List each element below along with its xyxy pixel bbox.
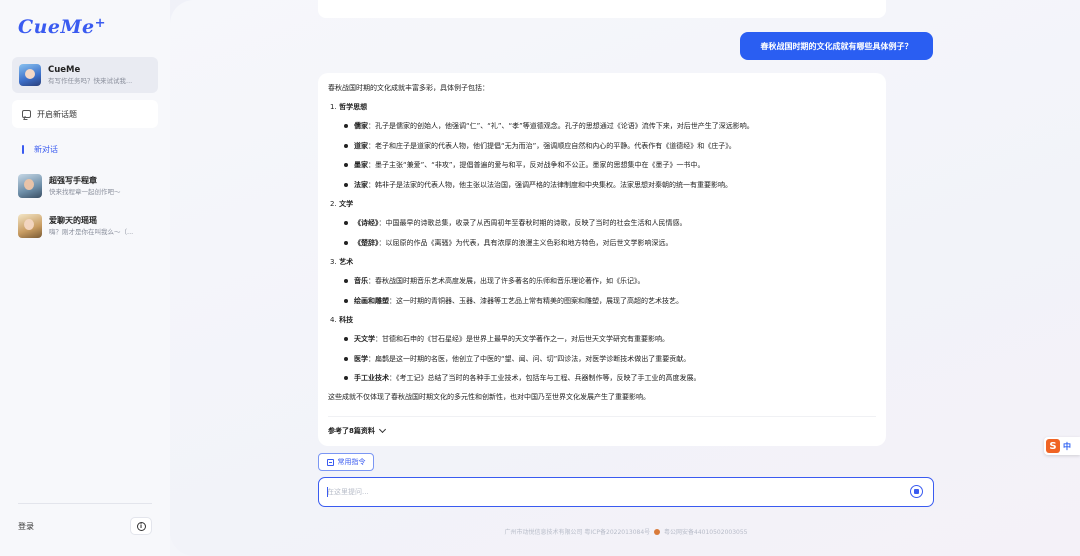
new-chat-item[interactable]: 新对话 <box>22 143 58 155</box>
chat-input-box[interactable] <box>318 477 934 507</box>
conversation-preview: 嗨？刚才是你在叫我么～（... <box>49 228 134 236</box>
previous-message-edge <box>318 0 886 18</box>
conversation-avatar <box>18 174 42 198</box>
logo-text: CueMe <box>18 16 95 38</box>
new-topic-label: 开启新话题 <box>37 109 77 119</box>
references-toggle[interactable]: 参考了8篇资料 <box>328 425 386 436</box>
police-badge-icon <box>654 529 661 535</box>
text-caret <box>327 487 328 497</box>
answer-intro: 春秋战国时期的文化成就丰富多彩，具体例子包括： <box>328 84 489 92</box>
assistant-profile-card[interactable]: CueMe 有写作任务吗？快来试试我... <box>12 57 158 93</box>
chat-bubble-icon <box>22 110 31 118</box>
assistant-answer-card: 春秋战国时期的文化成就丰富多彩，具体例子包括： 1. 哲学思想 儒家：孔子是儒家… <box>318 73 886 446</box>
user-message-bubble: 春秋战国时期的文化成就有哪些具体例子？ <box>740 32 933 60</box>
list-item: 绘画和雕塑：这一时期的青铜器、玉器、漆器等工艺品上常有精美的图案和雕塑，展现了高… <box>344 296 886 306</box>
chat-input[interactable] <box>327 485 887 499</box>
ime-toolbar[interactable]: S 中 <box>1044 437 1080 455</box>
common-commands-button[interactable]: 常用指令 <box>318 453 374 471</box>
common-commands-label: 常用指令 <box>337 458 366 466</box>
list-item: 手工业技术：《考工记》总结了当时的各种手工业技术，包括车与工程、兵器制作等，反映… <box>344 373 886 383</box>
new-chat-label: 新对话 <box>34 144 58 154</box>
conversation-avatar <box>18 214 42 238</box>
chevron-down-icon <box>378 425 386 434</box>
conversation-item[interactable]: 爱聊天的瑶瑶 嗨？刚才是你在叫我么～（... <box>18 213 168 239</box>
conversation-name: 爱聊天的瑶瑶 <box>49 216 97 225</box>
ime-mode-label: 中 <box>1063 441 1071 451</box>
section-list: 儒家：孔子是儒家的创始人，他强调“仁”、“礼”、“孝”等道德观念。孔子的思想通过… <box>344 121 886 190</box>
info-button[interactable]: i <box>130 517 152 535</box>
assistant-avatar <box>19 64 41 86</box>
cueme-logo[interactable]: CueMe+ <box>18 16 106 38</box>
footer-company[interactable]: 广州市动悦信息技术有限公司 粤ICP备2022013084号 <box>505 529 651 536</box>
command-icon <box>326 458 334 466</box>
list-item: 《诗经》：中国最早的诗歌总集，收录了从西周初年至春秋时期的诗歌，反映了当时的社会… <box>344 218 886 228</box>
assistant-name: CueMe <box>48 65 81 75</box>
section-title: 4. 科技 <box>330 316 354 324</box>
stop-icon <box>914 489 919 494</box>
info-icon: i <box>136 521 146 531</box>
conversation-preview: 快来找程章一起创作吧～ <box>49 188 121 196</box>
conversation-item[interactable]: 超强写手程章 快来找程章一起创作吧～ <box>18 173 168 199</box>
references-label: 参考了8篇资料 <box>328 427 375 435</box>
list-item: 墨家：墨子主张“兼爱”、“非攻”，提倡普遍的爱与和平，反对战争和不公正。墨家的思… <box>344 160 886 170</box>
footer: 广州市动悦信息技术有限公司 粤ICP备2022013084号 粤公网安备4401… <box>318 527 934 536</box>
list-item: 天文学：甘德和石申的《甘石星经》是世界上最早的天文学著作之一，对后世天文学研究有… <box>344 334 886 344</box>
assistant-subtitle: 有写作任务吗？快来试试我... <box>48 77 133 85</box>
list-item: 儒家：孔子是儒家的创始人，他强调“仁”、“礼”、“孝”等道德观念。孔子的思想通过… <box>344 121 886 131</box>
answer-divider <box>328 416 876 417</box>
section-title: 3. 艺术 <box>330 258 354 266</box>
sogou-ime-icon: S <box>1046 439 1060 453</box>
section-list: 《诗经》：中国最早的诗歌总集，收录了从西周初年至春秋时期的诗歌，反映了当时的社会… <box>344 218 886 248</box>
login-link[interactable]: 登录 <box>18 521 34 532</box>
list-item: 道家：老子和庄子是道家的代表人物，他们提倡“无为而治”，强调顺应自然和内心的平静… <box>344 141 886 151</box>
list-item: 法家：韩非子是法家的代表人物，他主张以法治国，强调严格的法律制度和中央集权。法家… <box>344 180 886 190</box>
active-indicator <box>22 144 24 154</box>
footer-police[interactable]: 粤公网安备44010502003055 <box>664 529 747 536</box>
section-title: 1. 哲学思想 <box>330 103 368 111</box>
section-list: 音乐：春秋战国时期音乐艺术高度发展，出现了许多著名的乐师和音乐理论著作，如《乐记… <box>344 276 886 306</box>
section-list: 天文学：甘德和石申的《甘石星经》是世界上最早的天文学著作之一，对后世天文学研究有… <box>344 334 886 383</box>
sidebar: CueMe+ CueMe 有写作任务吗？快来试试我... 开启新话题 新对话 超… <box>0 0 170 556</box>
conversation-name: 超强写手程章 <box>49 176 97 185</box>
list-item: 医学：扁鹊是这一时期的名医，他创立了中医的“望、闻、问、切”四诊法，对医学诊断技… <box>344 354 886 364</box>
sidebar-divider <box>18 503 152 504</box>
answer-outro: 这些成就不仅体现了春秋战国时期文化的多元性和创新性，也对中国乃至世界文化发展产生… <box>328 392 650 401</box>
section-title: 2. 文学 <box>330 200 354 208</box>
list-item: 《楚辞》：以屈原的作品《离骚》为代表，具有浓厚的浪漫主义色彩和地方特色，对后世文… <box>344 238 886 248</box>
new-topic-button[interactable]: 开启新话题 <box>12 100 158 128</box>
list-item: 音乐：春秋战国时期音乐艺术高度发展，出现了许多著名的乐师和音乐理论著作，如《乐记… <box>344 276 886 286</box>
send-button[interactable] <box>910 485 923 498</box>
sparkle-icon: + <box>94 16 107 31</box>
